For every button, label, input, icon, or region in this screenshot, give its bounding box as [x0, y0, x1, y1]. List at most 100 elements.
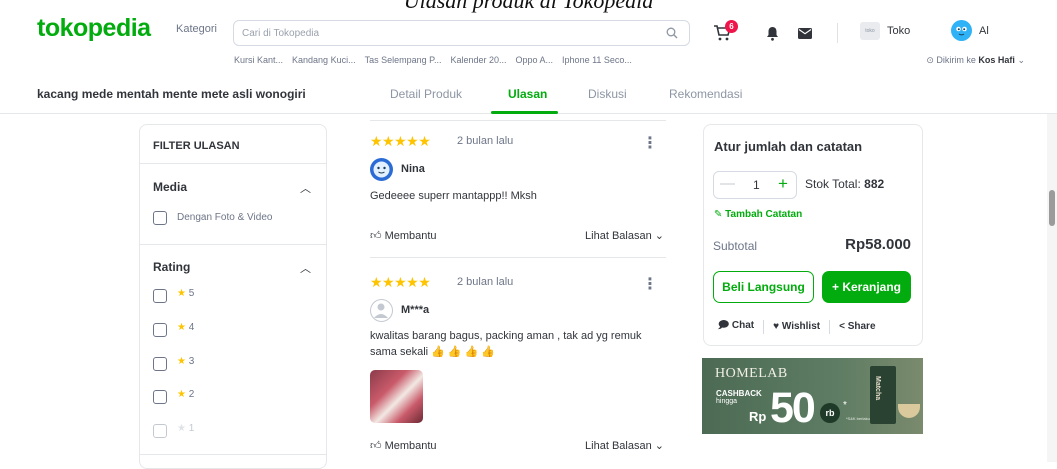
rating-heading[interactable]: Rating: [153, 260, 190, 274]
banner-unit: rb: [820, 403, 840, 423]
quick-link[interactable]: Kalender 20...: [450, 55, 506, 65]
page-scrollbar[interactable]: [1047, 114, 1057, 462]
more-options-icon[interactable]: ⋮: [642, 274, 658, 294]
helpful-button[interactable]: 👍︎ Membantu: [370, 229, 437, 242]
reviewer-avatar: [370, 158, 393, 181]
view-replies-button[interactable]: Lihat Balasan ⌄: [585, 229, 664, 242]
toko-button[interactable]: toko Toko: [860, 22, 910, 40]
rating-checkbox-3[interactable]: [153, 357, 167, 371]
quick-link[interactable]: Iphone 11 Seco...: [562, 55, 632, 65]
tab-rekomendasi[interactable]: Rekomendasi: [669, 87, 742, 101]
star-icon: ★: [177, 423, 186, 434]
promo-banner[interactable]: HOMELAB CASHBACK hingga Rp 50 rb * *S&K …: [702, 358, 923, 434]
thumbs-up-icon: 👍︎: [370, 440, 382, 452]
helpful-label: Membantu: [384, 230, 437, 242]
media-heading[interactable]: Media: [153, 180, 187, 194]
rating-option-4: ★ 4: [177, 322, 194, 333]
chevron-up-icon[interactable]: ︿: [300, 260, 311, 276]
star-icon: ★: [177, 389, 186, 400]
rating-option-3: ★ 3: [177, 356, 194, 367]
more-options-icon[interactable]: ⋮: [642, 133, 658, 153]
chevron-down-icon: ⌄: [654, 440, 664, 452]
wishlist-label: Wishlist: [781, 321, 821, 332]
banner-amount: 50: [770, 384, 816, 432]
rating-checkbox-4[interactable]: [153, 323, 167, 337]
quick-link[interactable]: Kandang Kuci...: [292, 55, 356, 65]
banner-brand: HOMELAB: [715, 366, 788, 381]
chevron-up-icon[interactable]: ︿: [300, 180, 311, 196]
share-label: Share: [847, 321, 876, 332]
review-text: kwalitas barang bagus, packing aman , ta…: [370, 328, 660, 360]
scrollbar-thumb[interactable]: [1049, 190, 1055, 226]
quick-link[interactable]: Oppo A...: [516, 55, 554, 65]
thumbs-up-emoji: 👍 👍 👍 👍: [431, 346, 496, 358]
filter-title: FILTER ULASAN: [153, 140, 240, 152]
rating-label: 4: [188, 322, 195, 333]
bell-icon[interactable]: [764, 25, 780, 41]
review-time: 2 bulan lalu: [457, 135, 514, 147]
product-name: kacang mede mentah mente mete asli wonog…: [37, 87, 306, 101]
review-item: ★★★★★ 2 bulan lalu ⋮ Nina Gedeeee superr…: [370, 133, 666, 253]
cart-panel-title: Atur jumlah dan catatan: [714, 139, 863, 154]
review-text-body: kwalitas barang bagus, packing aman , ta…: [370, 330, 642, 358]
add-note-link[interactable]: ✎ Tambah Catatan: [714, 209, 802, 220]
rating-checkbox-5[interactable]: [153, 289, 167, 303]
deliver-prefix: Dikirim ke: [936, 55, 976, 65]
search-input[interactable]: [242, 25, 642, 42]
cart-actions: 🗩 Chat ♥ Wishlist < Share: [718, 318, 876, 335]
review-filter-panel: FILTER ULASAN Media ︿ Dengan Foto & Vide…: [139, 124, 327, 469]
toko-label: Toko: [887, 25, 911, 37]
reviewer-avatar: [370, 299, 393, 322]
kategori-menu[interactable]: Kategori: [176, 23, 217, 35]
subtotal-label: Subtotal: [713, 239, 758, 253]
product-tab-bar: kacang mede mentah mente mete asli wonog…: [0, 74, 1057, 114]
filter-divider: [140, 244, 326, 245]
active-tab-indicator: [491, 111, 558, 114]
user-menu[interactable]: Al: [951, 20, 989, 41]
user-name: Al: [979, 24, 989, 37]
rating-stars: ★★★★★: [370, 274, 431, 290]
rating-checkbox-1[interactable]: [153, 424, 167, 438]
mail-icon[interactable]: [797, 26, 813, 40]
helpful-button[interactable]: 👍︎ Membantu: [370, 439, 437, 452]
media-checkbox[interactable]: [153, 211, 167, 225]
reviewer-name[interactable]: Nina: [401, 163, 425, 175]
share-button[interactable]: < Share: [839, 321, 875, 332]
review-photo[interactable]: [370, 370, 423, 423]
chat-button[interactable]: 🗩 Chat: [718, 318, 754, 335]
top-navbar: tokopedia Kategori 6 toko Toko Al: [0, 10, 1057, 46]
chat-icon: 🗩: [718, 320, 730, 331]
search-icon[interactable]: [655, 21, 689, 45]
plus-icon[interactable]: +: [778, 174, 788, 194]
matcha-bowl-image: [898, 404, 920, 418]
rating-checkbox-2[interactable]: [153, 390, 167, 404]
rating-label: 1: [188, 423, 195, 434]
subtotal-value: Rp58.000: [845, 236, 911, 253]
cart-icon[interactable]: 6: [712, 20, 738, 42]
reviewer-name[interactable]: M***a: [401, 304, 429, 316]
add-to-cart-button[interactable]: + Keranjang: [822, 271, 911, 303]
review-item: ★★★★★ 2 bulan lalu ⋮ M***a kwalitas bara…: [370, 274, 666, 464]
delivery-location[interactable]: ⊙ Dikirim ke Kos Hafi ⌄: [926, 55, 1025, 66]
quantity-value[interactable]: 1: [753, 178, 760, 192]
quick-link[interactable]: Tas Selempang P...: [365, 55, 442, 65]
tab-ulasan[interactable]: Ulasan: [508, 87, 547, 101]
buy-now-button[interactable]: Beli Langsung: [713, 271, 814, 303]
rating-label: 5: [188, 288, 195, 299]
quick-link[interactable]: Kursi Kant...: [234, 55, 283, 65]
review-divider: [370, 120, 666, 121]
wishlist-button[interactable]: ♥ Wishlist: [773, 321, 820, 332]
view-replies-label: Lihat Balasan: [585, 440, 652, 452]
user-avatar-icon: [951, 20, 972, 41]
view-replies-button[interactable]: Lihat Balasan ⌄: [585, 439, 664, 452]
chevron-down-icon: ⌄: [654, 230, 664, 242]
heart-icon: ♥: [773, 321, 780, 332]
deliver-location: Kos Hafi: [978, 55, 1015, 65]
tokopedia-logo[interactable]: tokopedia: [37, 14, 151, 43]
tab-diskusi[interactable]: Diskusi: [588, 87, 627, 101]
rating-option-5: ★ 5: [177, 288, 194, 299]
tab-detail-produk[interactable]: Detail Produk: [390, 87, 462, 101]
minus-icon[interactable]: —: [720, 175, 735, 192]
location-pin-icon: ⊙: [926, 55, 934, 65]
pencil-icon: ✎: [714, 209, 723, 220]
